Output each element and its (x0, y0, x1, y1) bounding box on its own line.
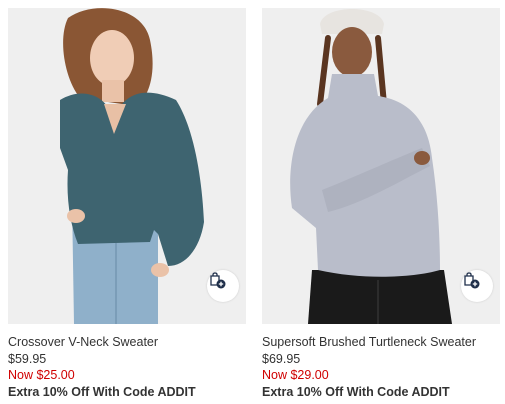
quick-add-bag-button[interactable] (207, 270, 239, 302)
product-name[interactable]: Crossover V-Neck Sweater (8, 334, 246, 351)
original-price: $59.95 (8, 351, 47, 366)
sale-price: Now $25.00 (8, 368, 75, 382)
product-name[interactable]: Supersoft Brushed Turtleneck Sweater (262, 334, 500, 351)
sale-price: Now $29.00 (262, 368, 329, 382)
original-price: $69.95 (262, 351, 301, 366)
promo-text: Extra 10% Off With Code ADDIT (8, 384, 196, 399)
product-image[interactable] (8, 8, 246, 324)
product-card-supersoft-turtleneck[interactable]: Supersoft Brushed Turtleneck Sweater $69… (262, 8, 500, 400)
product-card-crossover-v-neck[interactable]: Crossover V-Neck Sweater $59.95 Now $25.… (8, 8, 246, 400)
quick-add-bag-button[interactable] (461, 270, 493, 302)
promo-text: Extra 10% Off With Code ADDIT (262, 384, 450, 399)
product-image[interactable] (262, 8, 500, 324)
shopping-bag-plus-icon (210, 272, 226, 289)
shopping-bag-plus-icon (464, 272, 480, 289)
